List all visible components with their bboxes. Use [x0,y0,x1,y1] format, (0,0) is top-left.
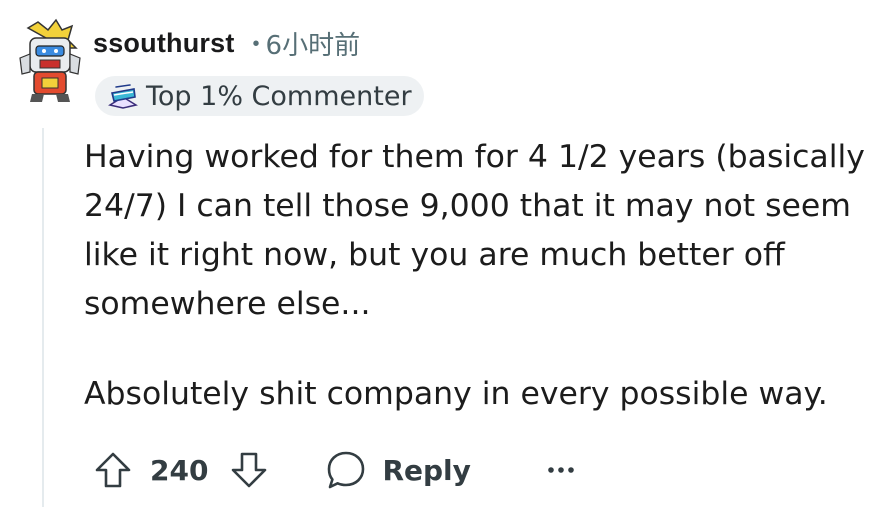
top-commenter-icon [108,83,138,109]
comment-paragraph: Having worked for them for 4 1/2 years (… [84,139,865,322]
meta-separator: • [252,32,260,55]
vote-score: 240 [150,453,209,487]
comment-meta: ssouthurst • 6小时前 [93,25,360,61]
ellipsis-icon[interactable] [541,450,581,490]
badge-label: Top 1% Commenter [146,80,412,112]
username-link[interactable]: ssouthurst [93,28,235,59]
comment-body: Having worked for them for 4 1/2 years (… [84,133,884,419]
speech-bubble-icon [324,448,368,492]
user-flair-badge: Top 1% Commenter [95,76,424,116]
upvote-arrow-icon[interactable] [90,447,136,493]
comment-paragraph: Absolutely shit company in every possibl… [84,376,828,412]
user-avatar[interactable] [14,18,86,102]
reply-button[interactable]: Reply [324,448,471,492]
comment-actions: 240 Reply [90,445,581,495]
thread-line[interactable] [42,128,44,507]
timestamp[interactable]: 6小时前 [266,25,361,62]
reply-label: Reply [382,453,471,487]
downvote-arrow-icon[interactable] [226,447,272,493]
